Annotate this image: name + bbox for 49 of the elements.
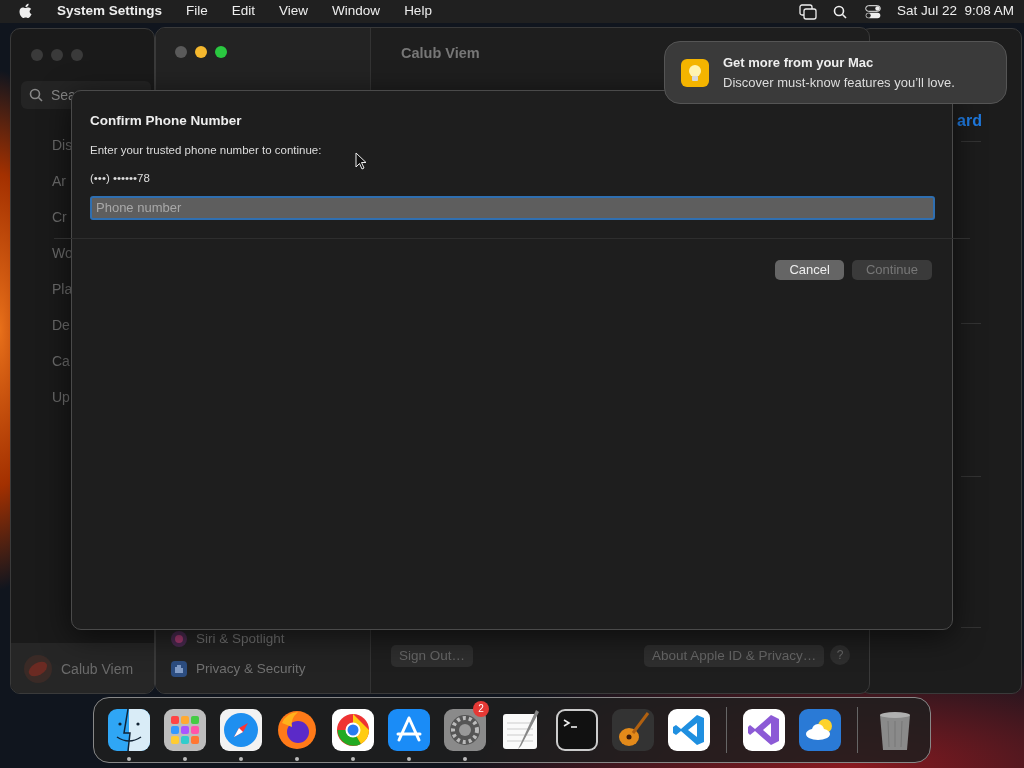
ribbon-icon[interactable] — [743, 709, 785, 751]
terminal-icon[interactable] — [556, 709, 598, 751]
menu-item[interactable]: Edit — [219, 1, 268, 22]
menu-item[interactable]: System Settings — [45, 1, 175, 22]
menu-item[interactable]: Help — [392, 1, 444, 22]
account-name: Calub Viem — [61, 659, 134, 679]
code-ribbon-icon[interactable] — [668, 709, 710, 751]
dialog-prompt: Enter your trusted phone number to continue: — [90, 143, 323, 159]
notification-body: Discover must-know features you’ll love. — [723, 73, 955, 92]
sidebar-item[interactable]: Privacy & Security — [170, 659, 306, 680]
masked-phone-number: (•••) ••••••78 — [90, 170, 151, 186]
search-icon[interactable] — [832, 4, 847, 19]
control-center-icon[interactable] — [864, 4, 881, 19]
sidebar-item[interactable]: Ar — [52, 171, 66, 192]
menu-item[interactable]: Window — [320, 1, 393, 22]
window-title: Calub Viem — [401, 44, 480, 63]
fox-globe-icon[interactable] — [276, 709, 318, 751]
sidebar-item[interactable]: De — [52, 315, 70, 336]
face-icon[interactable] — [108, 709, 150, 751]
sidebar-item[interactable]: Cr — [52, 207, 67, 228]
avatar-icon — [23, 654, 53, 684]
sidebar-item[interactable]: Dis — [52, 135, 73, 156]
account-row[interactable]: Calub Viem — [11, 643, 154, 693]
guitar-icon[interactable] — [612, 709, 654, 751]
app-grid-icon[interactable] — [164, 709, 206, 751]
menu-item[interactable]: View — [267, 1, 321, 22]
link-text[interactable]: ard — [957, 109, 982, 133]
sidebar-item[interactable]: Siri & Spotlight — [170, 629, 285, 650]
cursor-icon — [355, 152, 367, 170]
sidebar-item[interactable]: Pla — [52, 279, 73, 300]
clock-text[interactable]: Sat Jul 22 9:08 AM — [896, 1, 1014, 22]
notepad-pen-icon[interactable] — [500, 709, 542, 751]
sidebar-item[interactable]: Up — [52, 387, 70, 408]
help-button[interactable]: ? — [830, 645, 850, 665]
lightbulb-icon — [681, 58, 709, 87]
apple-logo-icon[interactable] — [18, 3, 33, 20]
app-store-icon[interactable] — [388, 709, 430, 751]
cloud-sun-icon[interactable] — [799, 709, 841, 751]
windows-icon[interactable] — [798, 3, 817, 20]
notification-banner[interactable]: Get more from your Mac Discover must-know features you’ll love. — [664, 41, 1007, 104]
notification-badge: 2 — [473, 701, 489, 717]
menu-item[interactable]: File — [174, 1, 220, 22]
cancel-button[interactable]: Cancel — [775, 259, 844, 280]
compass-icon[interactable] — [220, 709, 262, 751]
phone-number-field[interactable]: Phone number — [90, 195, 935, 220]
sidebar-item[interactable]: Ca — [52, 351, 70, 372]
dialog-title: Confirm Phone Number — [90, 112, 243, 130]
search-icon — [29, 88, 43, 102]
notification-title: Get more from your Mac — [723, 54, 875, 72]
